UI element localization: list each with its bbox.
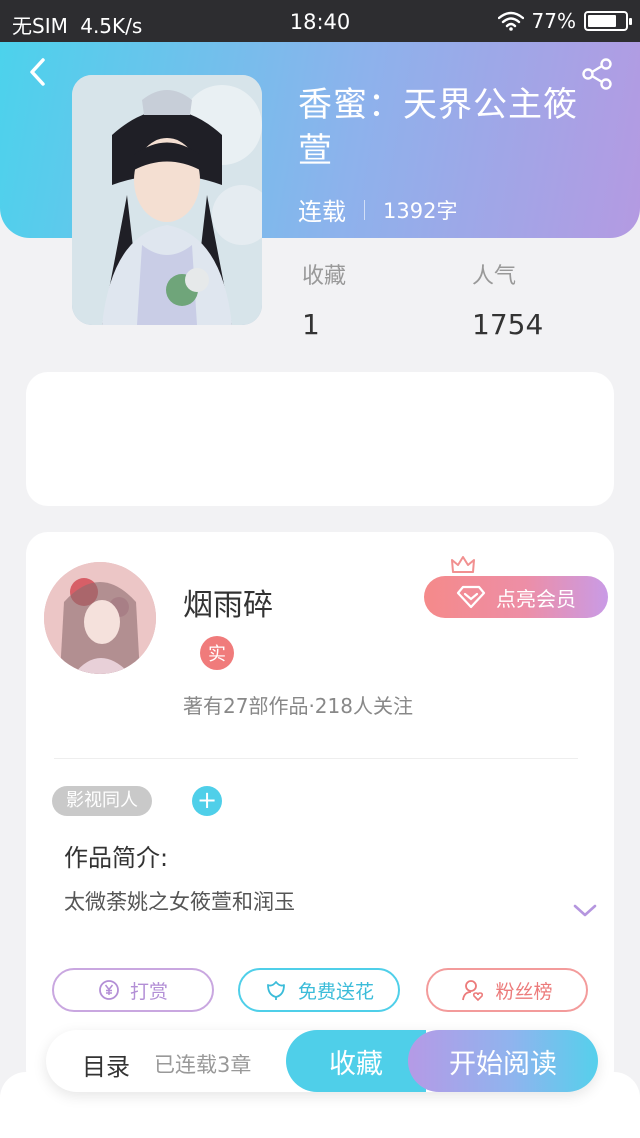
tip-button[interactable]: 打赏 [52, 968, 214, 1012]
verified-badge: 实 [200, 636, 234, 670]
flower-icon [267, 981, 285, 1000]
battery-icon [584, 11, 632, 31]
meta-divider [364, 199, 365, 220]
book-title: 香蜜：天界公主筱萱 [298, 85, 578, 171]
avatar[interactable] [44, 562, 156, 674]
stat-favorites: 收藏 1 [302, 258, 346, 341]
author-name[interactable]: 烟雨碎 [183, 580, 273, 624]
stat-value: 1 [302, 308, 320, 341]
fan-ranking-label: 粉丝榜 [495, 980, 553, 1003]
avatar-illustration [44, 562, 156, 674]
start-reading-label: 开始阅读 [449, 1048, 557, 1080]
intro-text: 太微荼姚之女筱萱和润玉 [64, 890, 295, 914]
intro-title: 作品简介: [64, 844, 169, 872]
back-button[interactable] [20, 52, 54, 92]
battery-percent: 77% [531, 9, 576, 33]
divider [54, 758, 578, 759]
send-flower-label: 免费送花 [297, 980, 374, 1003]
wifi-icon [497, 11, 524, 31]
bottom-action-bar: 目录 已连载3章 收藏 开始阅读 [46, 1030, 598, 1092]
stat-label: 人气 [472, 264, 517, 289]
fan-user-icon [462, 980, 484, 1002]
add-tag-button[interactable]: + [192, 786, 222, 816]
status-bar: 无SIM 4.5K/s 18:40 77% [0, 0, 640, 42]
author-card: 烟雨碎 实 点亮会员 著有27部作品·218人关注 影视同人 + 作品简介: 太… [26, 532, 614, 1092]
chevron-down-icon[interactable] [570, 898, 600, 922]
empty-card [26, 372, 614, 506]
tip-label: 打赏 [129, 980, 168, 1003]
favorite-label: 收藏 [329, 1048, 383, 1080]
word-count: 1392字 [383, 198, 458, 223]
author-stats: 著有27部作品·218人关注 [183, 694, 413, 718]
fan-ranking-button[interactable]: 粉丝榜 [426, 968, 588, 1012]
stat-value: 1754 [472, 308, 544, 341]
genre-tag[interactable]: 影视同人 [52, 786, 152, 816]
book-meta: 连载 1392字 [298, 192, 457, 227]
status-right: 77% [497, 9, 632, 33]
battery-fill [588, 15, 616, 27]
start-reading-button[interactable]: 开始阅读 [408, 1030, 598, 1092]
back-arrow-icon [30, 58, 45, 86]
chapter-count: 已连载3章 [154, 1053, 252, 1077]
vip-label: 点亮会员 [496, 586, 576, 611]
crown-icon [451, 556, 475, 573]
stat-label: 收藏 [302, 264, 347, 289]
cover-illustration [72, 75, 262, 325]
vip-button[interactable]: 点亮会员 [424, 576, 608, 618]
stat-popularity: 人气 1754 [472, 258, 543, 341]
yen-coin-icon [99, 980, 119, 1000]
table-of-contents-button[interactable]: 目录 [82, 1047, 130, 1082]
book-cover-image[interactable] [72, 75, 262, 325]
send-flower-button[interactable]: 免费送花 [238, 968, 400, 1012]
book-status: 连载 [298, 198, 346, 226]
favorite-button[interactable]: 收藏 [286, 1030, 426, 1092]
diamond-icon [456, 585, 486, 609]
